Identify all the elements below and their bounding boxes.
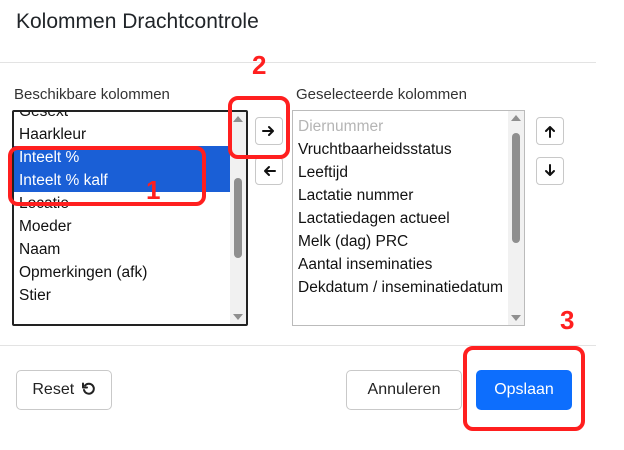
scroll-thumb[interactable] (234, 178, 242, 258)
reset-button[interactable]: Reset (16, 370, 112, 410)
reset-button-label: Reset (32, 381, 75, 398)
arrow-up-icon (545, 126, 555, 138)
annotation-box-2 (228, 96, 290, 159)
list-item[interactable]: Melk (dag) PRC (293, 230, 508, 253)
title-divider (0, 62, 596, 63)
annotation-number-1: 1 (146, 175, 161, 205)
list-item[interactable]: Vruchtbaarheidsstatus (293, 138, 508, 161)
list-item[interactable]: Leeftijd (293, 161, 508, 184)
scroll-down-arrow-icon[interactable] (233, 314, 243, 320)
available-columns-label: Beschikbare kolommen (14, 86, 170, 103)
annotation-number-3: 3 (560, 305, 575, 335)
move-up-button[interactable] (536, 117, 564, 145)
list-item[interactable]: Opmerkingen (afk) (14, 261, 230, 284)
list-item[interactable]: Naam (14, 238, 230, 261)
arrow-down-icon (545, 164, 555, 176)
reset-rotate-icon (81, 382, 95, 395)
annotation-number-2: 2 (252, 50, 267, 80)
available-columns-list[interactable]: Gesext Haarkleur Inteelt % Inteelt % kal… (12, 110, 248, 326)
selected-columns-label: Geselecteerde kolommen (296, 86, 467, 103)
list-item[interactable]: Lactatie nummer (293, 184, 508, 207)
scroll-up-arrow-icon[interactable] (511, 115, 521, 121)
cancel-button[interactable]: Annuleren (346, 370, 462, 410)
annotation-box-3 (463, 346, 585, 431)
arrow-left-icon (264, 166, 276, 176)
list-item[interactable]: Dekdatum / inseminatiedatum (293, 276, 508, 299)
list-item[interactable]: Lactatiedagen actueel (293, 207, 508, 230)
list-item[interactable]: Haarkleur (14, 123, 230, 146)
list-item[interactable]: Stier (14, 284, 230, 307)
move-left-button[interactable] (255, 157, 283, 185)
list-item[interactable]: Gesext (14, 112, 230, 123)
list-item: Diernummer (298, 118, 384, 135)
list-item[interactable]: Moeder (14, 215, 230, 238)
scroll-thumb[interactable] (512, 133, 520, 243)
selected-scrollbar[interactable] (508, 111, 524, 325)
selected-columns-list[interactable]: Diernummer Vruchtbaarheidsstatus Leeftij… (292, 110, 525, 326)
scroll-down-arrow-icon[interactable] (511, 315, 521, 321)
list-item[interactable]: Aantal inseminaties (293, 253, 508, 276)
move-down-button[interactable] (536, 157, 564, 185)
dialog-title: Kolommen Drachtcontrole (16, 10, 259, 33)
annotation-box-1 (8, 146, 206, 206)
